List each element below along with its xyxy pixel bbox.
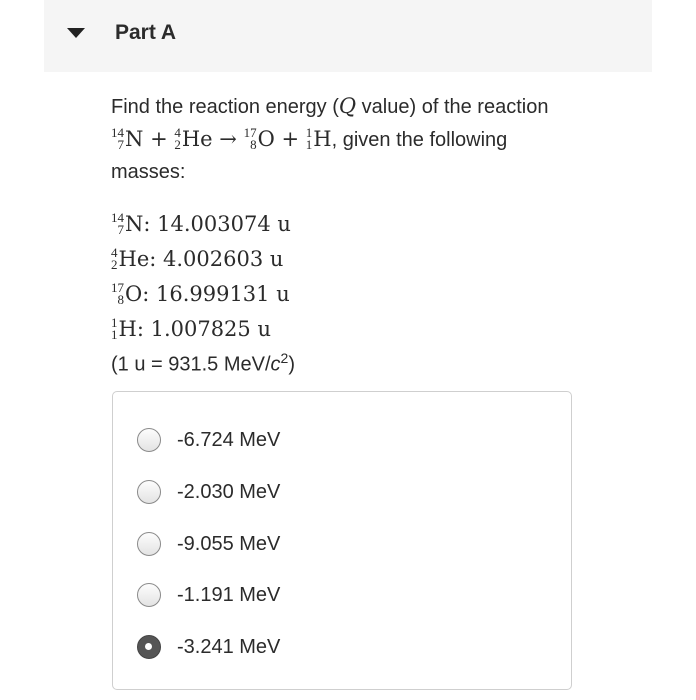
- answer-choices: -6.724 MeV -2.030 MeV -9.055 MeV -1.191 …: [112, 391, 572, 690]
- choice-label: -9.055 MeV: [177, 532, 281, 555]
- nuclide-o: 17 8 O: [243, 124, 275, 152]
- choice-3[interactable]: -9.055 MeV: [137, 529, 280, 559]
- mass-row-n: 14 7 N: 14.003074 u: [111, 209, 291, 237]
- nuclide-n: 14 7 N: [111, 124, 144, 152]
- radio-button[interactable]: [137, 480, 161, 504]
- reaction-equation: 14 7 N + 4 2 He → 17 8 O + 11H: [111, 126, 332, 152]
- mass-row-o: 17 8 O: 16.999131 u: [111, 279, 290, 307]
- choice-label: -1.191 MeV: [177, 583, 281, 606]
- question-tail-2: masses:: [111, 161, 186, 183]
- choice-4[interactable]: -1.191 MeV: [137, 580, 280, 610]
- radio-button[interactable]: [137, 532, 161, 556]
- choice-label: -6.724 MeV: [177, 428, 281, 451]
- nuclide-h: 11H: [305, 124, 332, 152]
- choice-label: -2.030 MeV: [177, 480, 281, 503]
- choice-1[interactable]: -6.724 MeV: [137, 425, 280, 455]
- mass-row-he: 4 2 He: 4.002603 u: [111, 244, 284, 272]
- question-suffix: value) of the reaction: [356, 96, 549, 118]
- mass-list: 14 7 N: 14.003074 u 4 2 He: 4.002603 u 17 8 O:…: [111, 207, 291, 347]
- radio-button[interactable]: [137, 583, 161, 607]
- radio-button[interactable]: [137, 428, 161, 452]
- choice-2[interactable]: -2.030 MeV: [137, 477, 280, 507]
- plus-sign: +: [150, 127, 168, 151]
- q-symbol: Q: [338, 94, 357, 118]
- nuclide-he: 4 2 He: [174, 124, 213, 152]
- choice-5[interactable]: -3.241 MeV: [137, 632, 280, 662]
- radio-button-selected[interactable]: [137, 635, 161, 659]
- question-tail: , given the following: [331, 129, 508, 151]
- unit-conversion: (1 u = 931.5 MeV/c2): [111, 350, 296, 376]
- choice-label: -3.241 MeV: [177, 635, 281, 658]
- question-text: Find the reaction energy (Q value) of th…: [111, 90, 641, 188]
- part-title: Part A: [115, 21, 177, 44]
- plus-sign: +: [281, 127, 300, 151]
- mass-row-h: 1 1 H: 1.007825 u: [111, 314, 271, 342]
- question-prefix: Find the reaction energy (: [111, 96, 339, 118]
- collapse-triangle-icon[interactable]: [67, 28, 85, 38]
- arrow-sign: →: [219, 127, 237, 151]
